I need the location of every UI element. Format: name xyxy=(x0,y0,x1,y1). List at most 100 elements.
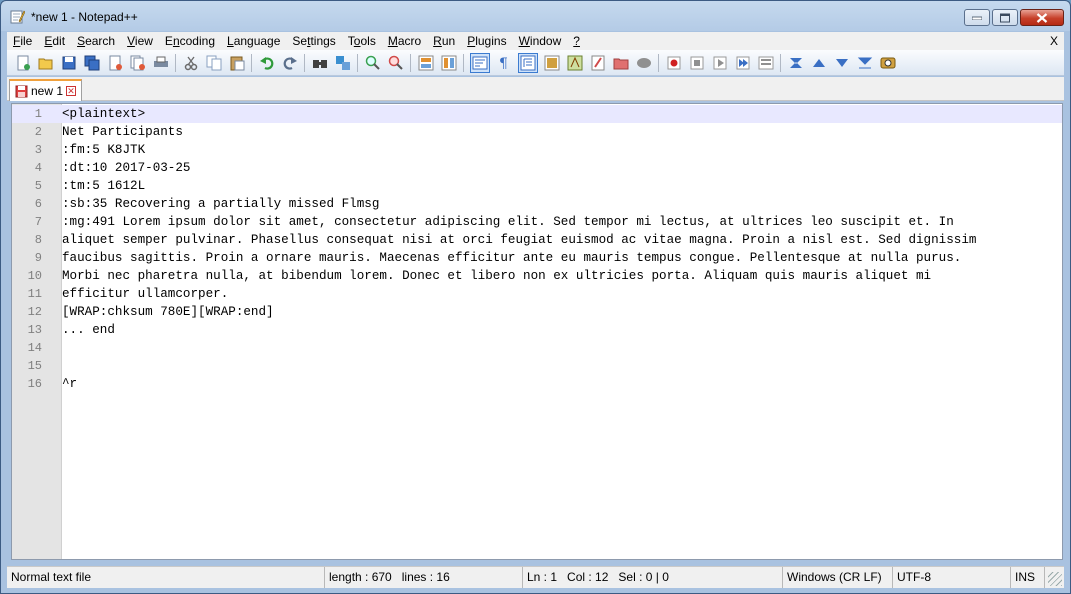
indent-guide-button[interactable] xyxy=(517,52,538,73)
line-text[interactable]: Net Participants xyxy=(62,123,183,141)
fldigi-up-button[interactable] xyxy=(810,54,828,72)
document-map-button[interactable] xyxy=(566,54,584,72)
line-text[interactable]: <plaintext> xyxy=(62,105,145,123)
undo-button[interactable] xyxy=(258,54,276,72)
monitoring-button[interactable] xyxy=(635,54,653,72)
sync-vertical-button[interactable] xyxy=(417,54,435,72)
title-bar[interactable]: *new 1 - Notepad++ xyxy=(1,1,1070,33)
menu-run[interactable]: Run xyxy=(427,32,461,50)
zoom-in-button[interactable] xyxy=(364,54,382,72)
editor-line[interactable]: 16 ^r xyxy=(12,375,1062,393)
text-editor[interactable]: 1 <plaintext> 2 Net Participants 3:fm:5 K8JT… xyxy=(11,103,1063,560)
line-number: 14 xyxy=(27,341,42,355)
editor-line[interactable]: 4:dt:10 2017-03-25 xyxy=(12,159,1062,177)
new-file-button[interactable] xyxy=(14,54,32,72)
line-text[interactable]: :mg:491 Lorem ipsum dolor sit amet, cons… xyxy=(62,213,954,231)
menu-file[interactable]: File xyxy=(7,32,38,50)
tab-close-icon[interactable]: ✕ xyxy=(66,86,77,96)
replace-button[interactable] xyxy=(334,54,352,72)
fldigi-down-button[interactable] xyxy=(833,54,851,72)
menu-search[interactable]: Search xyxy=(71,32,121,50)
editor-line[interactable]: 12 [WRAP:chksum 780E][WRAP:end] xyxy=(12,303,1062,321)
save-button[interactable] xyxy=(60,54,78,72)
editor-line[interactable]: 14 xyxy=(12,339,1062,357)
editor-line[interactable]: 1 <plaintext> xyxy=(12,105,1062,123)
play-multiple-button[interactable] xyxy=(734,54,752,72)
line-text[interactable]: [WRAP:chksum 780E][WRAP:end] xyxy=(62,303,274,321)
menu-window[interactable]: Window xyxy=(513,32,568,50)
redo-button[interactable] xyxy=(281,54,299,72)
menu-encoding[interactable]: Encoding xyxy=(159,32,221,50)
menu-settings[interactable]: Settings xyxy=(286,32,341,50)
line-text[interactable]: :tm:5 1612L xyxy=(62,177,145,195)
editor-line[interactable]: 15 xyxy=(12,357,1062,375)
close-button[interactable] xyxy=(106,54,124,72)
editor-line[interactable]: 5 :tm:5 1612L xyxy=(12,177,1062,195)
save-all-button[interactable] xyxy=(83,54,101,72)
menu-help[interactable]: ? xyxy=(567,32,586,50)
find-button[interactable] xyxy=(311,54,329,72)
function-list-button[interactable] xyxy=(589,54,607,72)
play-macro-button[interactable] xyxy=(711,54,729,72)
cut-button[interactable] xyxy=(182,54,200,72)
maximize-button[interactable] xyxy=(992,9,1018,26)
fldigi-tool-button[interactable] xyxy=(879,54,897,72)
menu-macro[interactable]: Macro xyxy=(382,32,427,50)
save-macro-button[interactable] xyxy=(757,54,775,72)
print-button[interactable] xyxy=(152,54,170,72)
zoom-out-button[interactable] xyxy=(387,54,405,72)
tab-new-1[interactable]: new 1 ✕ xyxy=(9,79,82,101)
line-text[interactable]: aliquet semper pulvinar. Phasellus conse… xyxy=(62,231,976,249)
editor-line[interactable]: 8 aliquet semper pulvinar. Phasellus cons… xyxy=(12,231,1062,249)
open-file-button[interactable] xyxy=(37,54,55,72)
paste-button[interactable] xyxy=(228,54,246,72)
editor-line[interactable]: 10 Morbi nec pharetra nulla, at bibendum … xyxy=(12,267,1062,285)
sync-horizontal-icon xyxy=(441,55,456,70)
menu-view[interactable]: View xyxy=(121,32,159,50)
sync-horizontal-button[interactable] xyxy=(440,54,458,72)
document-map-icon xyxy=(567,55,582,70)
close-button[interactable] xyxy=(1020,9,1064,26)
close-document-button[interactable]: X xyxy=(1050,34,1058,48)
line-number: 5 xyxy=(34,179,42,193)
play-multiple-icon xyxy=(736,56,749,69)
close-all-button[interactable] xyxy=(129,54,147,72)
record-macro-button[interactable] xyxy=(665,54,683,72)
menu-plugins[interactable]: Plugins xyxy=(461,32,512,50)
line-text[interactable]: ... end xyxy=(62,321,115,339)
redo-icon xyxy=(283,56,297,70)
editor-line[interactable]: 2 Net Participants xyxy=(12,123,1062,141)
line-text[interactable]: :dt:10 2017-03-25 xyxy=(62,159,190,177)
menu-language[interactable]: Language xyxy=(221,32,286,50)
line-text[interactable]: ^r xyxy=(62,375,77,393)
word-wrap-button[interactable] xyxy=(469,52,490,73)
fldigi-last-button[interactable] xyxy=(856,54,874,72)
line-text[interactable]: faucibus sagittis. Proin a ornare mauris… xyxy=(62,249,961,267)
status-length-lines: length : 670 lines : 16 xyxy=(325,567,523,588)
menu-edit[interactable]: Edit xyxy=(38,32,71,50)
editor-line[interactable]: 3:fm:5 K8JTK xyxy=(12,141,1062,159)
line-number: 1 xyxy=(34,107,42,121)
line-text[interactable]: :sb:35 Recovering a partially missed Flm… xyxy=(62,195,379,213)
editor-line[interactable]: 6:sb:35 Recovering a partially missed Fl… xyxy=(12,195,1062,213)
line-text[interactable]: Morbi nec pharetra nulla, at bibendum lo… xyxy=(62,267,931,285)
save-all-icon xyxy=(84,55,99,70)
menu-tools[interactable]: Tools xyxy=(342,32,382,50)
stop-record-button[interactable] xyxy=(688,54,706,72)
fldigi-first-button[interactable] xyxy=(787,54,805,72)
editor-line[interactable]: 9 faucibus sagittis. Proin a ornare mauri… xyxy=(12,249,1062,267)
show-all-chars-button[interactable]: ¶ xyxy=(495,54,513,72)
language-define-button[interactable] xyxy=(543,54,561,72)
editor-line[interactable]: 7:mg:491 Lorem ipsum dolor sit amet, con… xyxy=(12,213,1062,231)
line-text[interactable]: :fm:5 K8JTK xyxy=(62,141,145,159)
copy-button[interactable] xyxy=(205,54,223,72)
line-text[interactable]: efficitur ullamcorper. xyxy=(62,285,228,303)
status-position: Ln : 1 Col : 12 Sel : 0 | 0 xyxy=(523,567,783,588)
folder-as-workspace-button[interactable] xyxy=(612,54,630,72)
resize-grip[interactable] xyxy=(1048,572,1062,586)
status-encoding[interactable]: UTF-8 xyxy=(893,567,1011,588)
editor-line[interactable]: 11 efficitur ullamcorper. xyxy=(12,285,1062,303)
minimize-button[interactable] xyxy=(964,9,990,26)
status-eol[interactable]: Windows (CR LF) xyxy=(783,567,893,588)
editor-line[interactable]: 13 ... end xyxy=(12,321,1062,339)
